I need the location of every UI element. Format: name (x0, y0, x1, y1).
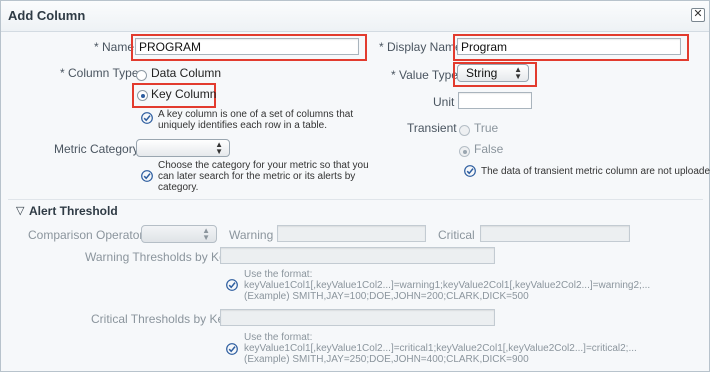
comparison-operator-select[interactable]: ▲ ▼ (141, 225, 217, 243)
check-icon (464, 165, 476, 177)
check-icon (226, 343, 238, 355)
warning-help-line3: (Example) SMITH,JAY=100;DOE,JOHN=200;CLA… (244, 291, 529, 302)
critical-help-line2: keyValue1Col1[,keyValue1Col2...]=critica… (244, 343, 637, 354)
value-type-value: String (466, 66, 498, 80)
dialog-titlebar: Add Column ✕ (1, 1, 709, 32)
add-column-dialog: Add Column ✕ * Name PROGRAM * Column Typ… (0, 0, 710, 372)
alert-threshold-title[interactable]: Alert Threshold (29, 204, 118, 218)
metric-category-label: Metric Category (54, 142, 139, 156)
critical-input[interactable] (480, 225, 630, 242)
key-help-line2: uniquely identifies each row in a table. (158, 120, 327, 131)
select-arrows-icon: ▲ ▼ (202, 226, 210, 242)
warning-help-line2: keyValue1Col1[,keyValue1Col2...]=warning… (244, 280, 651, 291)
transient-true-radio[interactable] (459, 125, 470, 136)
section-divider (8, 199, 703, 200)
close-icon[interactable]: ✕ (691, 8, 705, 22)
value-type-label: * Value Type (391, 68, 458, 82)
transient-label: Transient (407, 121, 457, 135)
name-label: * Name (94, 40, 135, 54)
unit-input[interactable] (458, 92, 532, 109)
display-name-label: * Display Name (379, 40, 462, 54)
metric-help-line3: category. (158, 182, 199, 193)
column-type-label: * Column Type (60, 66, 139, 80)
select-arrows-icon: ▲ ▼ (215, 140, 223, 156)
key-column-radio[interactable] (137, 90, 148, 101)
key-column-label: Key Column (151, 87, 217, 101)
critical-by-key-label: Critical Thresholds by Key (91, 312, 231, 326)
metric-help-line2: can later search for the metric or its a… (158, 171, 356, 182)
data-column-label: Data Column (151, 66, 222, 80)
value-type-select[interactable]: String ▲ ▼ (457, 64, 529, 82)
transient-true-label: True (474, 121, 499, 135)
metric-category-select[interactable]: ▲ ▼ (136, 139, 230, 157)
dialog-title: Add Column (8, 8, 86, 23)
metric-help-line1: Choose the category for your metric so t… (158, 160, 369, 171)
data-column-radio[interactable] (136, 70, 147, 81)
warning-input[interactable] (277, 225, 426, 242)
transient-help: The data of transient metric column are … (481, 166, 710, 177)
comparison-operator-label: Comparison Operator (28, 228, 144, 242)
name-input[interactable]: PROGRAM (135, 38, 359, 55)
collapse-toggle-icon[interactable]: ▽ (16, 204, 24, 217)
display-name-input[interactable]: Program (457, 38, 681, 55)
critical-by-key-input[interactable] (220, 309, 495, 326)
unit-label: Unit (433, 95, 455, 109)
check-icon (141, 170, 153, 182)
warning-by-key-label: Warning Thresholds by Key (85, 250, 232, 264)
critical-help-line1: Use the format: (244, 332, 313, 343)
warning-label: Warning (229, 228, 274, 242)
critical-help-line3: (Example) SMITH,JAY=250;DOE,JOHN=400;CLA… (244, 354, 529, 365)
transient-false-radio[interactable] (459, 146, 470, 157)
key-help-line1: A key column is one of a set of columns … (158, 109, 354, 120)
check-icon (226, 279, 238, 291)
critical-label: Critical (438, 228, 475, 242)
warning-help-line1: Use the format: (244, 269, 313, 280)
transient-false-label: False (474, 142, 504, 156)
select-arrows-icon: ▲ ▼ (514, 65, 522, 81)
warning-by-key-input[interactable] (220, 247, 495, 264)
check-icon (141, 112, 153, 124)
